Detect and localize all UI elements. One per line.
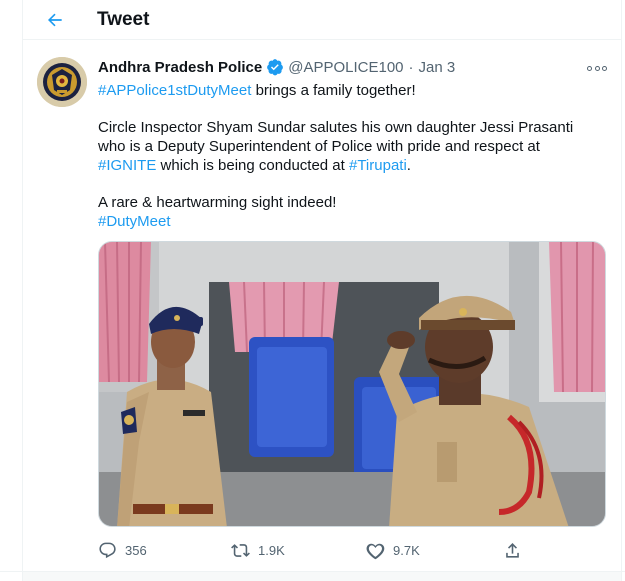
author-handle[interactable]: @APPOLICE100 <box>288 59 403 76</box>
hashtag-ignite[interactable]: #IGNITE <box>98 157 156 174</box>
tweet-text-line: #IGNITE which is being conducted at #Tir… <box>98 156 608 175</box>
tweet-text-line: who is a Deputy Superintendent of Police… <box>98 138 540 155</box>
back-button[interactable] <box>43 8 67 32</box>
more-dot <box>594 65 600 71</box>
tweet-text-line: Circle Inspector Shyam Sundar salutes hi… <box>98 119 574 136</box>
reply-button[interactable]: 356 <box>98 541 147 560</box>
page-border-right <box>621 0 622 581</box>
page-title: Tweet <box>97 9 150 30</box>
arrow-left-icon <box>48 13 62 27</box>
tweet-text-line1: #APPolice1stDutyMeet brings a family tog… <box>98 81 608 100</box>
hashtag-appolice1stdutymeet[interactable]: #APPolice1stDutyMeet <box>98 82 251 99</box>
tweet-text-para2: Circle Inspector Shyam Sundar salutes hi… <box>98 118 608 175</box>
tweet-text-line: A rare & heartwarming sight indeed! <box>98 194 337 211</box>
reply-icon <box>99 542 116 559</box>
tweet-text-para3: A rare & heartwarming sight indeed! #Dut… <box>98 193 608 231</box>
meta-separator: · <box>408 58 414 76</box>
like-count: 9.7K <box>393 543 420 558</box>
more-dots-icon <box>587 65 592 71</box>
verified-badge-icon <box>266 58 284 76</box>
tweet: Andhra Pradesh Police @APPOLICE100 · Jan… <box>23 41 621 571</box>
tweet-text-segment: brings a family together! <box>251 82 416 99</box>
hashtag-dutymeet[interactable]: #DutyMeet <box>98 212 608 231</box>
retweet-icon <box>231 544 250 557</box>
like-button[interactable]: 9.7K <box>366 541 420 560</box>
hashtag-tirupati[interactable]: #Tirupati <box>349 157 407 174</box>
author-name[interactable]: Andhra Pradesh Police <box>98 59 262 76</box>
tweet-date[interactable]: Jan 3 <box>419 59 456 76</box>
retweet-button[interactable]: 1.9K <box>231 541 285 560</box>
tweet-meta: Andhra Pradesh Police @APPOLICE100 · Jan… <box>98 58 455 76</box>
avatar[interactable] <box>37 57 87 107</box>
reply-count: 356 <box>125 543 147 558</box>
police-emblem-icon <box>37 57 87 107</box>
share-icon <box>506 543 519 558</box>
tweet-text-segment: . <box>406 157 411 174</box>
tweet-text-segment: which is being conducted at <box>156 157 349 174</box>
tweet-photo[interactable] <box>98 241 606 527</box>
more-dot <box>602 65 607 71</box>
next-item-edge <box>23 572 621 581</box>
heart-icon <box>366 543 385 560</box>
retweet-count: 1.9K <box>258 543 285 558</box>
tweet-actions: 356 1.9K 9.7K <box>98 541 528 561</box>
page-header: Tweet <box>23 0 621 40</box>
photo-salute-scene <box>99 242 605 526</box>
share-button[interactable] <box>503 541 522 560</box>
more-button[interactable] <box>587 63 607 73</box>
